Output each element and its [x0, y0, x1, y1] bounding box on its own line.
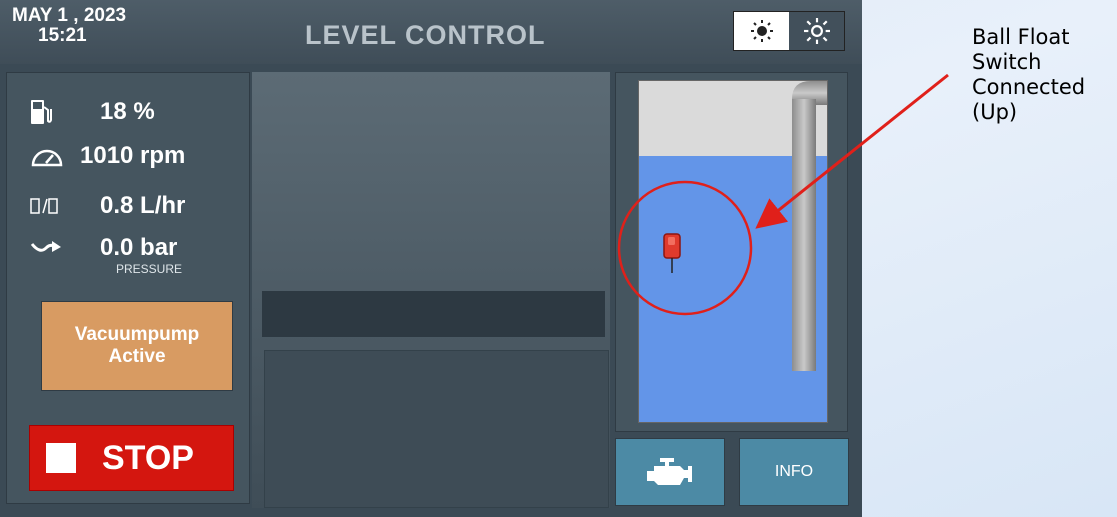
fuel-icon: [30, 99, 70, 125]
fuel-consumption-value: 0.8 L/hr: [100, 192, 186, 219]
ball-float-icon: [663, 233, 681, 273]
fuel-flow-icon: [30, 197, 70, 215]
page-title: LEVEL CONTROL: [305, 20, 546, 50]
annotation-line-3: Connected: [972, 75, 1086, 99]
sun-low-icon: [750, 20, 773, 42]
engine-icon: [647, 458, 692, 485]
engine-speed-value: 1010 rpm: [80, 142, 186, 169]
pressure-arrow-icon: [30, 238, 70, 258]
brightness-toggle[interactable]: [733, 11, 845, 51]
info-button[interactable]: INFO: [739, 438, 849, 506]
annotation-line-1: Ball Float: [972, 25, 1070, 49]
stop-icon: [46, 443, 76, 473]
hmi-screen: MAY 1 , 2023 15:21 LEVEL CONTROL 18 % 10…: [0, 0, 862, 517]
annotation-line-2: Switch: [972, 50, 1042, 74]
pressure-row: 0.0 bar: [30, 234, 177, 262]
annotation-line-4: (Up): [972, 100, 1018, 124]
top-bar: MAY 1 , 2023 15:21 LEVEL CONTROL: [0, 0, 862, 64]
sun-high-icon: [803, 18, 830, 44]
info-label: INFO: [774, 463, 814, 480]
stop-label: STOP: [102, 438, 194, 477]
message-bar: [262, 291, 605, 337]
pressure-label: PRESSURE: [116, 262, 183, 276]
brightness-high-button[interactable]: [789, 12, 844, 50]
tank: [638, 80, 828, 423]
engine-button[interactable]: [615, 438, 725, 506]
brightness-low-button[interactable]: [734, 12, 789, 50]
annotation-callout: Ball Float Switch Connected (Up): [972, 25, 1085, 125]
date-display: MAY 1 , 2023: [12, 5, 127, 26]
consumption-row: 0.8 L/hr: [30, 192, 185, 220]
fuel-level-value: 18 %: [100, 98, 155, 125]
fuel-row: 18 %: [30, 98, 155, 126]
speed-row: 1010 rpm: [30, 142, 185, 170]
time-display: 15:21: [38, 25, 87, 46]
pressure-value: 0.0 bar: [100, 234, 178, 261]
vacuum-pump-status: Active: [108, 346, 166, 367]
vacuum-pump-label: Vacuumpump: [74, 324, 200, 345]
gauge-icon: [30, 144, 70, 168]
stop-button[interactable]: STOP: [29, 425, 234, 491]
vacuum-pump-button[interactable]: Vacuumpump Active: [41, 301, 233, 391]
lower-display-box: [264, 350, 609, 508]
